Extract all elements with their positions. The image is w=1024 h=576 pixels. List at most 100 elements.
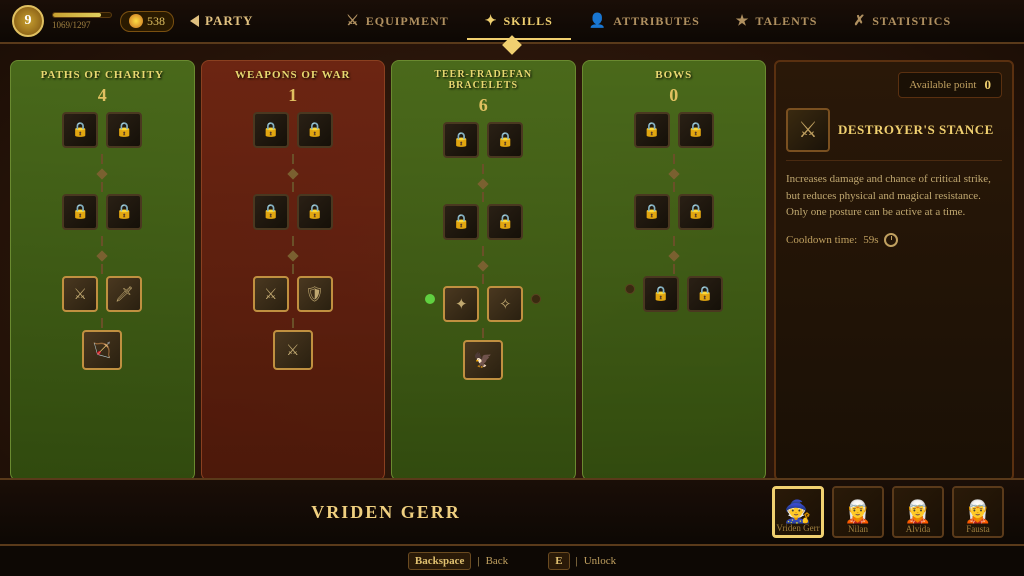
teer-node-2-1[interactable]: 🔒 [443, 204, 479, 240]
e-key: E [548, 552, 569, 570]
col-bows-title: Bows [655, 69, 692, 81]
portrait-fausta[interactable]: 🧝 Fausta [952, 486, 1004, 538]
bows-node-1-2[interactable]: 🔒 [678, 112, 714, 148]
column-paths: Paths of Charity 4 🔒 🔒 [10, 60, 195, 481]
col-bows-points: 0 [669, 85, 678, 106]
bows-row3: 🔒 🔒 [625, 276, 723, 312]
weapons-node-1-2[interactable]: 🔒 [297, 112, 333, 148]
skill-figure: 🏹 [93, 341, 112, 360]
gold-badge: 538 [120, 11, 174, 32]
paths-node-bottom[interactable]: 🏹 [82, 330, 122, 370]
info-header: ⚔ Destroyer's Stance [786, 108, 1002, 161]
cooldown-label: Cooldown time: [786, 234, 857, 246]
column-weapons: Weapons of War 1 🔒 🔒 🔒 [201, 60, 386, 481]
paths-vline-2 [101, 182, 103, 192]
cooldown-icon [884, 233, 898, 247]
lock-icon: 🔒 [687, 122, 704, 139]
col-weapons-points: 1 [288, 85, 297, 106]
paths-node-3-1[interactable]: ⚔ [62, 276, 98, 312]
portrait-name-nilan: Nilan [834, 524, 882, 534]
lock-icon: 🔒 [306, 122, 323, 139]
weapons-node-3-1[interactable]: ⚔ [253, 276, 289, 312]
statistics-icon: ✗ [853, 13, 866, 30]
portrait-nilan[interactable]: 🧝 Nilan [832, 486, 884, 538]
weapons-node-2-1[interactable]: 🔒 [253, 194, 289, 230]
portrait-inner: 🧝 Fausta [954, 488, 1002, 536]
skill-preview-icon: ⚔ [786, 108, 830, 152]
col-paths-points: 4 [98, 85, 107, 106]
teer-row1: 🔒 🔒 [443, 122, 523, 158]
portrait-alvida[interactable]: 🧝 Alvida [892, 486, 944, 538]
col-teer-title: Teer-FradefanBracelets [434, 69, 532, 91]
available-points-label: Available point [909, 79, 976, 91]
party-bar: Vriden Gerr 🧙 Vriden Gerr 🧝 Nilan 🧝 Alvi… [0, 478, 1024, 546]
weapons-node-1-1[interactable]: 🔒 [253, 112, 289, 148]
bows-diamond-1 [668, 168, 679, 179]
available-points: Available point 0 [898, 72, 1002, 98]
portrait-inner: 🧙 Vriden Gerr [775, 489, 821, 535]
paths-diamond-1 [97, 168, 108, 179]
weapons-vline-4 [292, 264, 294, 274]
cooldown-info: Cooldown time: 59s [786, 233, 1002, 247]
paths-node-2-2[interactable]: 🔒 [106, 194, 142, 230]
teer-node-1-2[interactable]: 🔒 [487, 122, 523, 158]
paths-vline-5 [101, 318, 103, 328]
col-paths-title: Paths of Charity [41, 69, 164, 81]
weapons-row1: 🔒 🔒 [253, 112, 333, 148]
equipment-icon: ⚔ [346, 13, 360, 30]
weapons-node-3-2[interactable]: 🛡 [297, 276, 333, 312]
paths-node-3-2[interactable]: 🗡 [106, 276, 142, 312]
teer-diamond-1 [478, 178, 489, 189]
lock-icon: 🔒 [643, 122, 660, 139]
active-indicator [425, 294, 435, 304]
weapons-node-bottom[interactable]: ⚔ [273, 330, 313, 370]
teer-node-bottom[interactable]: 🦅 [463, 340, 503, 380]
paths-row2: 🔒 🔒 [62, 194, 142, 230]
paths-node-2-1[interactable]: 🔒 [62, 194, 98, 230]
skill-figure: 🦅 [474, 351, 493, 370]
tab-attributes[interactable]: 👤 Attributes [571, 5, 718, 38]
tab-skills[interactable]: ✦ Skills [467, 5, 571, 38]
tab-statistics[interactable]: ✗ Statistics [835, 5, 969, 38]
teer-node-3-2[interactable]: ✧ [487, 286, 523, 322]
xp-text: 1069/1297 [52, 20, 112, 30]
teer-row3: ✦ ✧ [425, 286, 541, 322]
xp-container: 1069/1297 [52, 12, 112, 30]
portrait-inner: 🧝 Alvida [894, 488, 942, 536]
bows-vline-1 [673, 154, 675, 164]
weapons-vline-5 [292, 318, 294, 328]
skill-figure: ⚔ [74, 285, 87, 304]
bows-indicator-left [625, 284, 635, 294]
paths-grid: 🔒 🔒 🔒 🔒 [17, 112, 188, 370]
teer-node-3-1[interactable]: ✦ [443, 286, 479, 322]
portrait-name-alvida: Alvida [894, 524, 942, 534]
lock-icon: 🔒 [116, 122, 133, 139]
bows-node-1-1[interactable]: 🔒 [634, 112, 670, 148]
teer-row2: 🔒 🔒 [443, 204, 523, 240]
backspace-key: Backspace [408, 552, 472, 570]
paths-row3: ⚔ 🗡 [62, 276, 142, 312]
paths-node-1-2[interactable]: 🔒 [106, 112, 142, 148]
paths-row1: 🔒 🔒 [62, 112, 142, 148]
lock-icon: 🔒 [262, 122, 279, 139]
portrait-vriden[interactable]: 🧙 Vriden Gerr [772, 486, 824, 538]
paths-node-1-1[interactable]: 🔒 [62, 112, 98, 148]
teer-node-2-2[interactable]: 🔒 [487, 204, 523, 240]
skill-columns: Paths of Charity 4 🔒 🔒 [10, 60, 766, 481]
bows-node-2-2[interactable]: 🔒 [678, 194, 714, 230]
bows-node-3-1[interactable]: 🔒 [643, 276, 679, 312]
arrow-left-icon [190, 15, 199, 27]
lock-icon: 🔒 [687, 204, 704, 221]
backspace-separator: | [477, 555, 479, 567]
weapons-node-2-2[interactable]: 🔒 [297, 194, 333, 230]
weapons-vline-2 [292, 182, 294, 192]
column-bows: Bows 0 🔒 🔒 🔒 [582, 60, 767, 481]
tab-equipment[interactable]: ⚔ Equipment [328, 5, 467, 38]
party-button[interactable]: Party [182, 9, 261, 33]
tab-talents[interactable]: ★ Talents [718, 5, 836, 38]
skill-figure: 🛡 [305, 285, 324, 304]
bows-node-2-1[interactable]: 🔒 [634, 194, 670, 230]
bows-node-3-2[interactable]: 🔒 [687, 276, 723, 312]
teer-node-1-1[interactable]: 🔒 [443, 122, 479, 158]
gold-amount: 538 [147, 14, 165, 29]
